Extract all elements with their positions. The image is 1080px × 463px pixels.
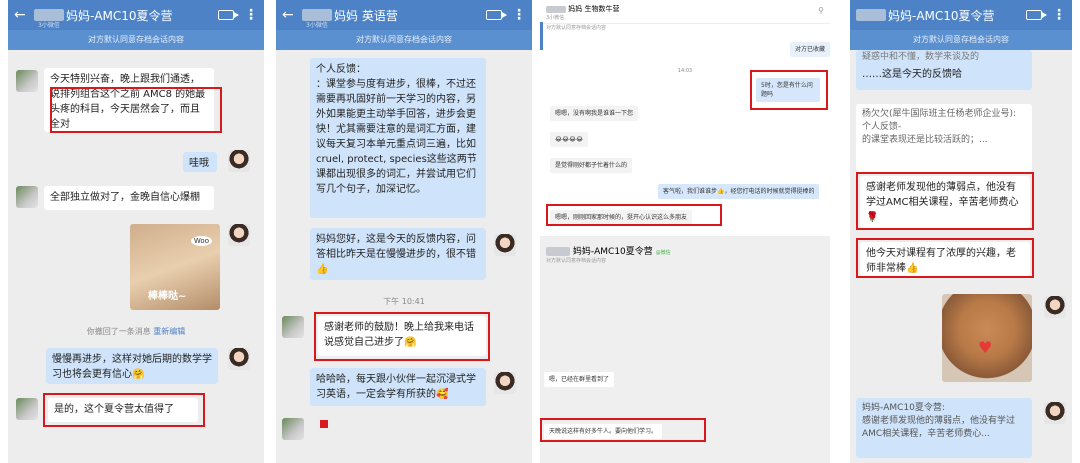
chat-header: ← 妈妈-AMC10夏令营 3小微信 ⋮: [8, 0, 264, 30]
more-options-icon[interactable]: ⋮: [244, 7, 258, 23]
chat-panel-amc10-2: 妈妈-AMC10夏令营 ⋮ 对方默认同意存档会话内容 疑惑中和不懂，数学来谈及的…: [850, 0, 1072, 463]
avatar[interactable]: [494, 234, 516, 256]
chat-header: 妈妈 生物数牛营 3小微信 ⚲: [540, 0, 830, 24]
highlight-box: [750, 70, 828, 110]
re-edit-link[interactable]: 重新编辑: [153, 327, 185, 336]
second-chat-screenshot: 妈妈-AMC10夏令营 @微信 对方默认同意存档会话内容 嗯，已经在群里看到了 …: [540, 236, 830, 463]
status-chip: 对方已收藏: [790, 42, 830, 57]
feedback-heading: 个人反馈：: [316, 64, 366, 75]
avatar[interactable]: [228, 224, 250, 246]
chat-panel-amc10: ← 妈妈-AMC10夏令营 3小微信 ⋮ 对方默认同意存档会话内容 今天特别兴奋…: [8, 0, 264, 463]
message-text: ……这是今天的反馈哈: [862, 69, 962, 80]
highlight-box: [50, 87, 222, 133]
video-call-icon[interactable]: [1026, 10, 1047, 20]
chat-title: 妈妈 生物数牛营: [568, 5, 620, 13]
message-bubble: 嗯嗯，没有啊我是谁谁一下您: [550, 106, 639, 121]
back-arrow-icon[interactable]: ←: [282, 7, 298, 23]
chat-header: 妈妈-AMC10夏令营 ⋮: [850, 0, 1072, 30]
video-call-icon[interactable]: [486, 10, 507, 20]
archive-notice: 对方默认同意存档会话内容: [850, 30, 1072, 50]
avatar[interactable]: [494, 372, 516, 394]
quote-body: 感谢老师发现他的薄弱点，他没有学过AMC相关课程，辛苦老师费心...: [862, 416, 1016, 439]
message-bubble: 是觉得刚好都子忙着什么的: [550, 158, 633, 173]
chat-subtitle: 3小微信: [306, 22, 328, 29]
archive-notice: 对方默认同意存档会话内容: [546, 25, 607, 31]
chat-panel-biology: 妈妈 生物数牛营 3小微信 ⚲ 对方默认同意存档会话内容 对方已收藏 14:03…: [540, 0, 830, 463]
message-bubble: 哇哦: [183, 152, 217, 172]
avatar[interactable]: [228, 348, 250, 370]
highlight-box: [540, 418, 706, 442]
heart-icon: ♥: [978, 338, 993, 357]
timestamp: 下午 10:41: [383, 297, 425, 306]
highlight-box: [856, 172, 1034, 230]
redacted-name: [546, 5, 566, 13]
sticker-image[interactable]: Woo 棒棒哒~: [130, 224, 220, 310]
avatar[interactable]: [282, 316, 304, 338]
avatar[interactable]: [1044, 296, 1066, 318]
quote-line: 个人反馈-: [862, 122, 902, 132]
avatar[interactable]: [228, 150, 250, 172]
message-bubble: 全部独立做对了，金晚自信心爆棚: [44, 186, 214, 210]
chat-subtitle: 3小微信: [546, 15, 565, 21]
wechat-tag: @微信: [655, 250, 671, 256]
chat-title: 妈妈-AMC10夏令营: [572, 247, 653, 257]
avatar[interactable]: [16, 70, 38, 92]
recall-notice: 你撤回了一条消息 重新编辑: [8, 326, 264, 337]
message-bubble: 慢慢再进步，这样对她后期的数学学习也将会更有信心🤗: [46, 348, 218, 384]
chat-header: 妈妈-AMC10夏令营 @微信: [540, 236, 830, 257]
chat-title: 妈妈 英语营: [334, 8, 398, 23]
message-bubble: 哈哈哈，每天跟小伙伴一起沉浸式学习英语，一定会学有所获的🥰: [310, 368, 486, 406]
person-icon[interactable]: ⚲: [818, 6, 824, 15]
sticker-image[interactable]: ♥: [942, 294, 1032, 382]
redacted-name: [546, 247, 570, 256]
message-bubble: 疑惑中和不懂，数学来谈及的 ……这是今天的反馈哈: [856, 50, 1032, 90]
scroll-marker: [540, 22, 543, 50]
chat-panel-english: ← 妈妈 英语营 3小微信 ⋮ 对方默认同意存档会话内容 个人反馈： ：课堂参与…: [276, 0, 532, 463]
back-arrow-icon[interactable]: ←: [14, 7, 30, 23]
quoted-message: 杨欠欠(犀牛国际班主任杨老师企业号): 个人反馈- 的课堂表现还是比较活跃的；.…: [856, 104, 1032, 172]
highlight-box: [43, 393, 205, 427]
avatar[interactable]: [1044, 402, 1066, 424]
archive-notice: 对方默认同意存档会话内容: [546, 258, 607, 264]
archive-notice: 对方默认同意存档会话内容: [276, 30, 532, 50]
more-options-icon[interactable]: ⋮: [1052, 7, 1066, 23]
sticker-caption: 棒棒哒~: [148, 291, 187, 302]
highlight-box: [314, 312, 490, 361]
emoji-message: 😂😂😂😂: [550, 132, 589, 147]
recall-text: 你撤回了一条消息: [86, 327, 151, 336]
avatar[interactable]: [16, 398, 38, 420]
red-flag-icon: [320, 420, 328, 428]
avatar[interactable]: [16, 186, 38, 208]
avatar[interactable]: [282, 418, 304, 440]
highlight-box: [856, 238, 1034, 278]
message-bubble: 嗯，已经在群里看到了: [544, 372, 615, 387]
quote-author: 杨欠欠(犀牛国际班主任杨老师企业号):: [862, 109, 1017, 119]
more-options-icon[interactable]: ⋮: [512, 7, 526, 23]
archive-notice: 对方默认同意存档会话内容: [8, 30, 264, 50]
message-bubble: 妈妈您好，这是今天的反馈内容，问答相比昨天是在慢慢进步的，很不错👍: [310, 228, 486, 280]
redacted-name: [856, 9, 886, 21]
chat-subtitle: 3小微信: [38, 22, 60, 29]
quoted-reply: 妈妈-AMC10夏令营: 感谢老师发现他的薄弱点，他没有学过AMC相关课程，辛苦…: [856, 398, 1032, 458]
quote-line: 的课堂表现还是比较活跃的；...: [862, 135, 988, 145]
highlight-box: [546, 204, 722, 226]
sticker-bubble: Woo: [190, 236, 212, 246]
feedback-body: ：课堂参与度有进步，很棒，不过还需要再巩固好前一天学习的内容，另外如果能更主动举…: [316, 79, 477, 195]
message-top-cut: 疑惑中和不懂，数学来谈及的: [862, 52, 980, 61]
chat-title: 妈妈-AMC10夏令营: [888, 8, 995, 23]
chat-header: ← 妈妈 英语营 3小微信 ⋮: [276, 0, 532, 30]
video-call-icon[interactable]: [218, 10, 239, 20]
chat-title: 妈妈-AMC10夏令营: [66, 8, 173, 23]
quote-author: 妈妈-AMC10夏令营:: [862, 403, 945, 413]
feedback-message: 个人反馈： ：课堂参与度有进步，很棒，不过还需要再巩固好前一天学习的内容，另外如…: [310, 58, 486, 218]
message-bubble: 客气啦，我们谁谁步👍，经您打电话的时候就觉得挺棒的: [658, 184, 820, 199]
